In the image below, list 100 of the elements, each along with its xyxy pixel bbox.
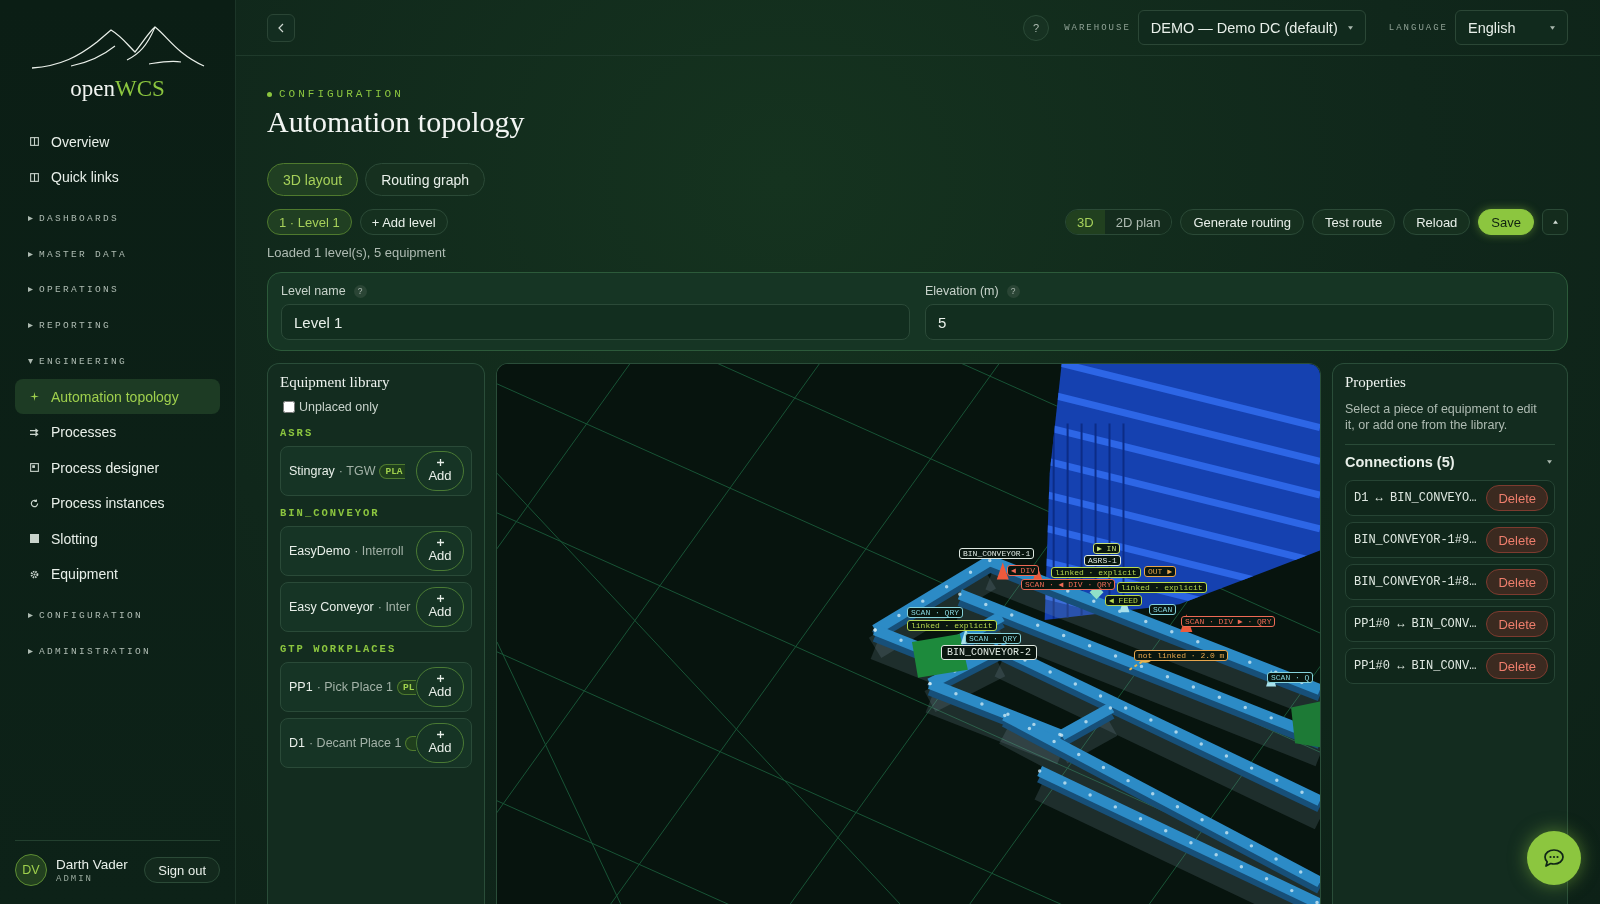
status-text: Loaded 1 level(s), 5 equipment xyxy=(267,244,447,262)
plus-icon xyxy=(436,595,444,602)
scene-label: SCAN xyxy=(1149,604,1177,615)
equipment-name: EasyDemo xyxy=(289,544,351,558)
toolbar-button[interactable]: Test route xyxy=(1312,209,1396,235)
equipment-vendor: · Decant Place 1 xyxy=(309,736,402,750)
delete-button[interactable]: Delete xyxy=(1486,485,1548,511)
double-arrow-icon xyxy=(30,427,39,437)
breadcrumb-label: CONFIGURATION xyxy=(279,88,404,100)
help-button[interactable]: ? xyxy=(1023,14,1050,41)
caret-up-icon xyxy=(1552,220,1558,224)
nav-link[interactable]: Equipment xyxy=(15,556,220,592)
scene-label: OUT ▶ xyxy=(1144,566,1177,577)
scene-label: linked · explicit xyxy=(1117,582,1207,593)
scene-label: BIN_CONVEYOR-1 xyxy=(959,548,1035,559)
delete-button[interactable]: Delete xyxy=(1486,527,1548,553)
plus-icon xyxy=(436,539,444,546)
connection-name: PP1#0 ↔ BIN_CONV… xyxy=(1354,659,1477,673)
nav-section-toggle[interactable]: ENGINEERING xyxy=(15,343,220,379)
nav-link[interactable]: Automation topology xyxy=(15,378,220,415)
equipment-vendor: · Inter xyxy=(377,600,411,614)
nav-link[interactable]: Processes xyxy=(15,414,220,450)
scene-label: SCAN · ◀ DIV · QRY xyxy=(1021,579,1116,590)
view-tab[interactable]: 3D layout xyxy=(267,163,359,196)
level-chip[interactable]: 1 · Level 1 xyxy=(267,209,352,235)
collapse-sidebar-button[interactable] xyxy=(267,13,295,42)
help-toggle[interactable]: ? xyxy=(1006,284,1020,298)
language-label: LANGUAGE xyxy=(1388,22,1448,33)
placed-tag: PL xyxy=(397,679,416,695)
nav-link[interactable]: Process designer xyxy=(15,449,220,486)
panel-title: Properties xyxy=(1345,373,1407,392)
chevron-left-icon xyxy=(278,22,284,33)
nav-section-toggle[interactable]: CONFIGURATION xyxy=(15,597,220,634)
view-mode-option[interactable]: 3D xyxy=(1066,210,1105,234)
scene-label: ◀ DIV xyxy=(1007,565,1040,576)
group-heading: ASRS xyxy=(280,427,315,439)
sign-out-button[interactable]: Sign out xyxy=(144,857,220,883)
equipment-vendor: · TGW xyxy=(338,464,376,478)
equipment-name: Easy Conveyor xyxy=(289,600,374,614)
input-field[interactable]: Level 1 xyxy=(281,304,910,340)
nav-link[interactable]: Process instances xyxy=(15,485,220,521)
connection-name: D1 ↔ BIN_CONVEYO… xyxy=(1354,491,1477,505)
panel-title: Equipment library xyxy=(280,373,391,392)
field-label: Level name xyxy=(281,284,346,298)
scene-label: ◀ FEED xyxy=(1105,595,1142,606)
scene-label: linked · explicit xyxy=(1051,567,1141,578)
properties-hint: Select a piece of equipment to edit it, or add one from the library. xyxy=(1345,401,1538,433)
nav-section-toggle[interactable]: DASHBOARDS xyxy=(15,201,220,237)
nav-section-toggle[interactable]: MASTER DATA xyxy=(15,236,220,273)
toolbar-button[interactable]: Reload xyxy=(1403,209,1471,235)
gear-icon xyxy=(30,569,39,579)
nav-section-toggle[interactable]: ADMINISTRATION xyxy=(15,633,220,670)
checkbox-label: Unplaced only xyxy=(299,400,379,414)
scene-label: SCAN · DIV ▶ · QRY xyxy=(1181,616,1276,627)
nav-link[interactable]: Overview xyxy=(15,124,220,160)
scene-label: ▶ IN xyxy=(1093,543,1121,554)
placed-tag: PLA xyxy=(379,463,405,479)
delete-button[interactable]: Delete xyxy=(1486,611,1548,637)
refresh-icon xyxy=(30,498,39,508)
delete-button[interactable]: Delete xyxy=(1486,569,1548,595)
scene-label: SCAN · QRY xyxy=(965,633,1021,644)
avatar-initials: DV xyxy=(15,854,47,886)
view-tab[interactable]: Routing graph xyxy=(365,163,486,196)
bullet-icon xyxy=(267,91,272,97)
delete-button[interactable]: Delete xyxy=(1486,653,1548,679)
toolbar-button[interactable]: Save xyxy=(1478,209,1534,235)
scene-label: not linked · 2.0 m xyxy=(1134,650,1229,661)
scene-label: ASRS-1 xyxy=(1084,555,1121,566)
logo-wordmark: openWCS xyxy=(70,76,165,102)
input-field[interactable]: 5 xyxy=(925,304,1554,340)
sparkle-icon xyxy=(30,392,39,402)
page-title: Automation topology xyxy=(267,104,526,140)
window-icon xyxy=(30,463,39,473)
connection-name: BIN_CONVEYOR-1#8… xyxy=(1354,575,1477,589)
language-select[interactable]: English xyxy=(1455,10,1568,45)
caret-icon xyxy=(1347,25,1353,30)
nav-link[interactable]: Slotting xyxy=(15,520,220,557)
split-square-icon xyxy=(30,137,39,147)
warehouse-label: WAREHOUSE xyxy=(1064,22,1131,33)
square-icon xyxy=(30,534,39,544)
group-heading: GTP WORKPLACES xyxy=(280,643,398,655)
plus-icon xyxy=(436,459,444,466)
nav-section-toggle[interactable]: REPORTING xyxy=(15,307,220,344)
connections-toggle[interactable]: Connections (5) xyxy=(1345,453,1555,471)
equipment-vendor: · Interroll xyxy=(354,544,404,558)
add-level-button[interactable]: + Add level xyxy=(359,209,448,235)
toolbar-button[interactable]: Generate routing xyxy=(1180,209,1305,235)
user-role: ADMIN xyxy=(56,873,94,884)
checkbox[interactable] xyxy=(283,401,295,413)
connection-name: BIN_CONVEYOR-1#9… xyxy=(1354,533,1477,547)
nav-link[interactable]: Quick links xyxy=(15,159,220,195)
nav-section-toggle[interactable]: OPERATIONS xyxy=(15,272,220,308)
warehouse-select[interactable]: DEMO — Demo DC (default) xyxy=(1137,10,1366,45)
equipment-name: Stingray xyxy=(289,464,335,478)
scene-label: SCAN · Q xyxy=(1267,672,1314,683)
scene-label: BIN_CONVEYOR-2 xyxy=(941,645,1037,660)
chat-bubble-icon xyxy=(1544,849,1564,867)
equipment-vendor: · Pick Place 1 xyxy=(316,680,394,694)
help-toggle[interactable]: ? xyxy=(353,284,367,298)
scene-label: linked · explicit xyxy=(907,620,997,631)
